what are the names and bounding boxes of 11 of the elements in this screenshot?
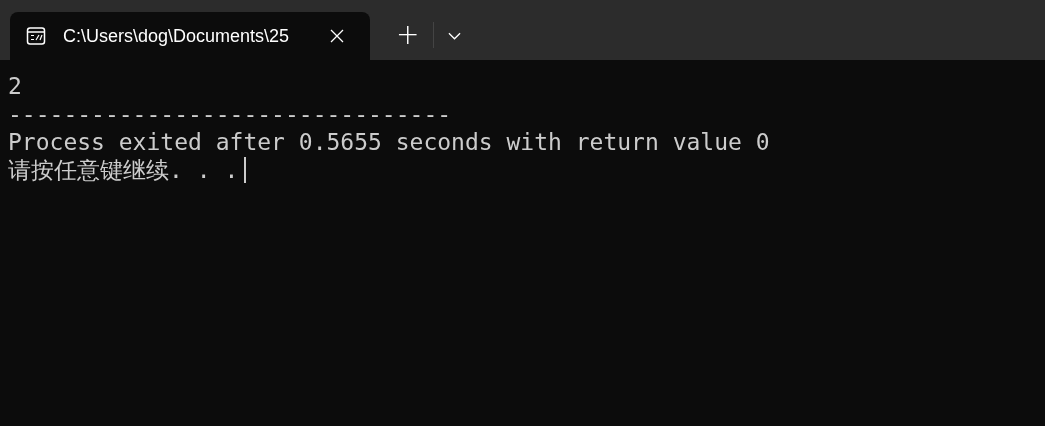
terminal-line: --------------------------------	[8, 100, 452, 128]
terminal-line: 请按任意键继续. . .	[8, 156, 239, 184]
terminal-icon	[26, 26, 46, 46]
tab-title: C:\Users\dog\Documents\25	[63, 25, 291, 47]
text-cursor	[244, 157, 246, 183]
new-tab-button[interactable]: +	[390, 20, 426, 50]
terminal-line: 2	[8, 72, 22, 100]
close-icon[interactable]	[330, 29, 344, 43]
terminal-tab[interactable]: C:\Users\dog\Documents\25	[10, 12, 370, 60]
chevron-down-icon[interactable]	[448, 32, 462, 40]
terminal-line: Process exited after 0.5655 seconds with return value 0	[8, 128, 770, 156]
